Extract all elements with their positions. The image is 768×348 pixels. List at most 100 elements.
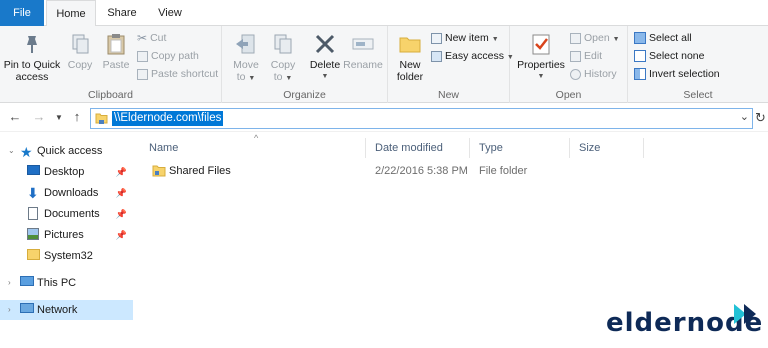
delete-button[interactable]: Delete ▼ [308, 30, 342, 83]
paste-shortcut-button[interactable]: Paste shortcut [137, 65, 218, 83]
column-header-date-modified[interactable]: Date modified [366, 138, 470, 158]
file-name: Shared Files [169, 165, 231, 177]
select-all-button[interactable]: Select all [634, 29, 692, 47]
nav-label-desktop: Desktop [44, 166, 85, 178]
move-to-icon [236, 34, 255, 54]
new-item-label: New item [445, 32, 489, 44]
new-folder-button[interactable]: New folder [392, 30, 428, 83]
nav-item-quick-access[interactable]: ⌄ ★ Quick access [0, 141, 133, 161]
history-label: History [584, 68, 617, 80]
desktop-icon [27, 165, 40, 175]
invert-selection-label: Invert selection [649, 68, 720, 80]
select-none-icon [634, 50, 646, 63]
column-header-name[interactable]: Name [140, 138, 366, 158]
copy-button[interactable]: Copy [64, 30, 96, 71]
copy-path-icon [137, 50, 148, 62]
download-icon: ⬇ [27, 185, 39, 201]
nav-label-documents: Documents [44, 208, 100, 220]
pin-label-line1: Pin to Quick [3, 59, 61, 71]
edit-button[interactable]: Edit [570, 47, 602, 65]
tab-view[interactable]: View [148, 0, 192, 26]
open-group-label: Open [555, 89, 582, 101]
recent-locations-chevron-icon[interactable]: ▼ [52, 113, 66, 122]
paste-button[interactable]: Paste [99, 30, 133, 71]
new-folder-icon [399, 37, 421, 53]
address-path[interactable]: \\Eldernode.com\files [112, 111, 224, 126]
nav-item-downloads[interactable]: ⬇ Downloads 📌 [0, 183, 133, 203]
copy-to-button[interactable]: Copy to ▼ [267, 30, 299, 85]
copy-to-icon [274, 34, 292, 54]
clipboard-group: Pin to Quick access Copy Paste ✂ Cut Copy… [0, 26, 222, 103]
open-group: Properties ▼ Open ▼ Edit History Open [510, 26, 628, 103]
invert-selection-button[interactable]: Invert selection [634, 65, 720, 83]
address-bar[interactable]: \\Eldernode.com\files ⌄ [90, 108, 753, 129]
easy-access-button[interactable]: Easy access ▼ [431, 47, 514, 65]
organize-group: Move to ▼ Copy to ▼ Delete ▼ Rename Orga… [222, 26, 388, 103]
nav-item-system32[interactable]: System32 [0, 246, 133, 266]
back-arrow-icon[interactable]: ← [8, 109, 22, 124]
move-to-button[interactable]: Move to ▼ [230, 30, 262, 85]
tab-file[interactable]: File [0, 0, 44, 26]
file-date-modified: 2/22/2016 5:38 PM [375, 165, 468, 177]
collapse-chevron-icon[interactable]: › [8, 300, 11, 320]
file-row[interactable]: Shared Files 2/22/2016 5:38 PM File fold… [140, 161, 660, 181]
copy-path-label: Copy path [151, 50, 199, 62]
ribbon: Pin to Quick access Copy Paste ✂ Cut Copy… [0, 26, 768, 103]
clipboard-group-label: Clipboard [88, 89, 133, 101]
pin-icon: 📌 [115, 209, 127, 219]
tab-home[interactable]: Home [46, 0, 96, 27]
navigation-pane: ⌄ ★ Quick access Desktop 📌 ⬇ Downloads 📌… [0, 133, 133, 348]
new-group-label: New [437, 89, 459, 101]
nav-label-pictures: Pictures [44, 229, 84, 241]
collapse-chevron-icon[interactable]: › [8, 273, 11, 293]
invert-selection-icon [634, 68, 646, 81]
new-item-icon [431, 32, 442, 44]
tab-share[interactable]: Share [100, 0, 144, 26]
nav-label-quick-access: Quick access [37, 145, 103, 157]
pin-icon: 📌 [115, 188, 127, 198]
delete-label: Delete [309, 59, 341, 71]
pictures-icon [27, 228, 39, 240]
navigation-bar: ← → ▼ ↑ \\Eldernode.com\files ⌄ ↻ [0, 104, 768, 132]
nav-label-network: Network [37, 304, 78, 316]
new-folder-label-line2: folder [396, 71, 424, 83]
pin-to-quick-access-button[interactable]: Pin to Quick access [2, 30, 62, 83]
address-dropdown-icon[interactable]: ⌄ [740, 110, 749, 123]
nav-label-downloads: Downloads [44, 187, 99, 199]
history-icon [570, 68, 581, 80]
new-item-button[interactable]: New item ▼ [431, 29, 499, 47]
nav-item-this-pc[interactable]: › This PC [0, 273, 133, 293]
network-folder-icon [95, 113, 108, 124]
open-button[interactable]: Open ▼ [570, 29, 620, 47]
select-all-label: Select all [649, 32, 692, 44]
copy-icon [72, 34, 89, 54]
open-label: Open [584, 32, 610, 44]
edit-label: Edit [584, 50, 603, 62]
nav-item-pictures[interactable]: Pictures 📌 [0, 225, 133, 245]
folder-icon [27, 249, 40, 260]
nav-item-network[interactable]: › Network [0, 300, 133, 320]
expand-chevron-icon[interactable]: ⌄ [8, 141, 15, 161]
properties-button[interactable]: Properties ▼ [516, 30, 566, 83]
paste-label: Paste [102, 59, 130, 71]
cut-label: Cut [150, 32, 167, 44]
select-none-label: Select none [649, 50, 705, 62]
nav-item-desktop[interactable]: Desktop 📌 [0, 162, 133, 182]
cut-button[interactable]: ✂ Cut [137, 29, 166, 47]
nav-item-documents[interactable]: Documents 📌 [0, 204, 133, 224]
rename-button[interactable]: Rename [342, 30, 384, 71]
select-none-button[interactable]: Select none [634, 47, 704, 65]
easy-access-icon [431, 50, 442, 62]
up-arrow-icon[interactable]: ↑ [70, 109, 84, 124]
history-button[interactable]: History [570, 65, 617, 83]
copy-path-button[interactable]: Copy path [137, 47, 199, 65]
logo-play-icon [734, 304, 756, 324]
scissors-icon: ✂ [137, 31, 148, 46]
properties-label: Properties [517, 59, 565, 71]
organize-group-label: Organize [283, 89, 326, 101]
refresh-icon[interactable]: ↻ [755, 110, 766, 126]
nav-label-system32: System32 [44, 250, 93, 262]
forward-arrow-icon[interactable]: → [32, 109, 46, 124]
column-header-type[interactable]: Type [470, 138, 570, 158]
column-header-size[interactable]: Size [570, 138, 644, 158]
